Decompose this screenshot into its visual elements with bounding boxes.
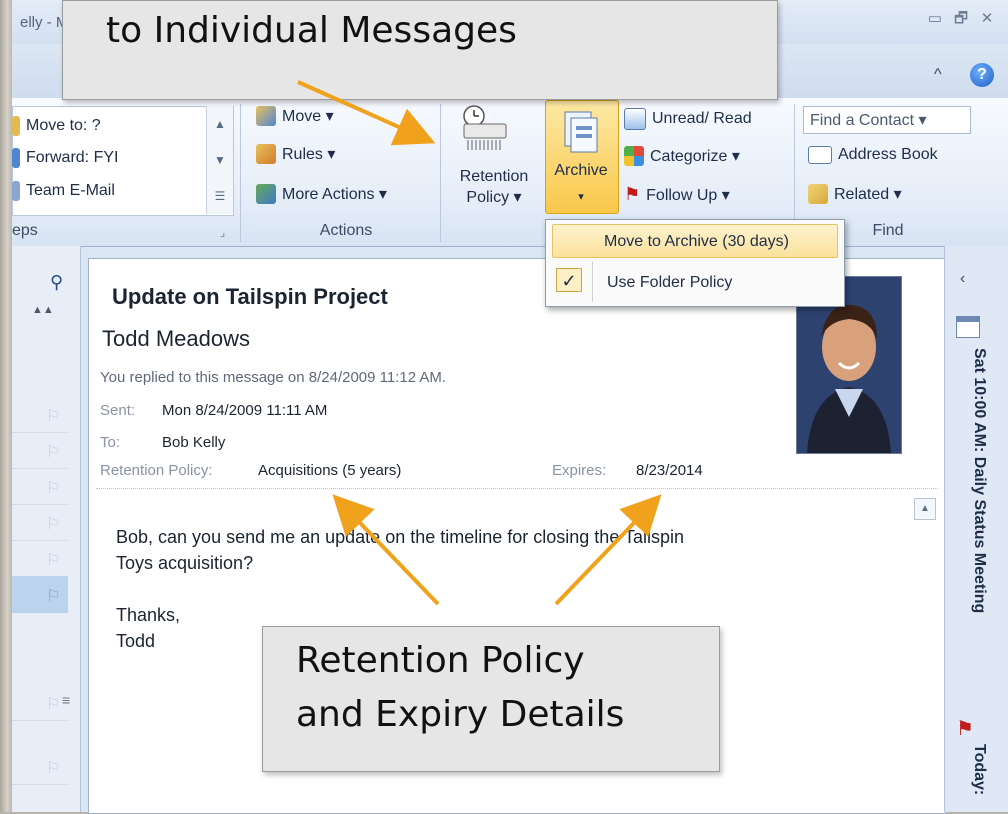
- arrow-to-retention-policy: [297, 80, 436, 146]
- arrow-to-expires-value: [554, 494, 662, 606]
- callout-arrows: [297, 80, 662, 606]
- arrow-to-retention-value: [332, 494, 440, 606]
